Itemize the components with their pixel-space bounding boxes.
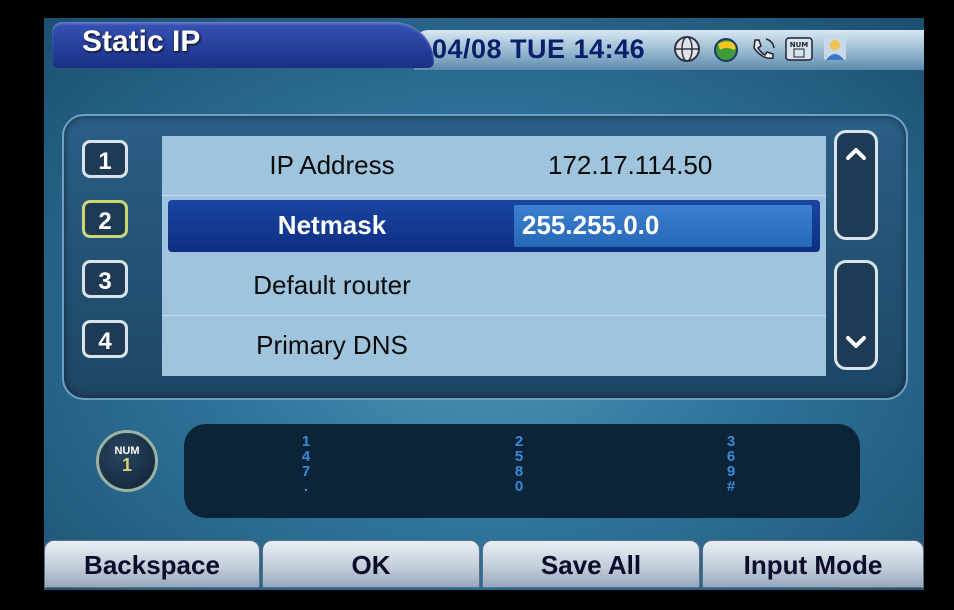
- key-5: 5: [514, 448, 524, 465]
- key-6: 6: [726, 448, 736, 465]
- netmask-input[interactable]: 255.255.0.0: [514, 205, 812, 247]
- row-number-1-button[interactable]: 1: [82, 140, 128, 178]
- row-number-2-button[interactable]: 2: [82, 200, 128, 238]
- input-mode-button[interactable]: Input Mode: [702, 540, 924, 588]
- phone-icon: [748, 34, 778, 64]
- input-mode-badge-number: 1: [121, 455, 132, 475]
- scroll-up-button[interactable]: [834, 130, 878, 240]
- key-1: 1: [301, 433, 311, 450]
- default-router-label: Default router: [253, 270, 411, 300]
- scroll-down-button[interactable]: [834, 260, 878, 370]
- list-item-default-router[interactable]: Default router: [162, 256, 826, 316]
- ip-address-label: IP Address: [269, 150, 395, 180]
- page-title: Static IP: [82, 25, 201, 58]
- key-hash: #: [726, 478, 736, 495]
- network-icon: [712, 34, 742, 64]
- save-all-button[interactable]: Save All: [482, 540, 700, 588]
- title-tab: Static IP: [52, 22, 434, 68]
- row-number-4-button[interactable]: 4: [82, 320, 128, 358]
- input-mode-badge[interactable]: NUM 1: [96, 430, 158, 492]
- keypad-hint: 1 4 7 . 2 5 8 0 3 6 9 #: [184, 424, 860, 518]
- key-2: 2: [514, 433, 524, 450]
- globe-icon: [672, 34, 702, 64]
- key-dot: .: [303, 478, 309, 495]
- chevron-up-icon: [846, 148, 866, 160]
- key-0: 0: [514, 478, 524, 495]
- netmask-label: Netmask: [277, 210, 387, 240]
- key-4: 4: [301, 448, 311, 465]
- row-number-3-button[interactable]: 3: [82, 260, 128, 298]
- key-9: 9: [726, 463, 736, 480]
- static-ip-screen: 04/08 TUE 14:46 NUM Static IP 1 2 3 4 IP…: [44, 18, 924, 590]
- ip-address-value: 172.17.114.50: [548, 150, 713, 180]
- list-item-primary-dns[interactable]: Primary DNS: [162, 316, 826, 376]
- svg-text:NUM: NUM: [790, 41, 809, 49]
- settings-list: IP Address 172.17.114.50 Netmask 255.255…: [162, 136, 826, 376]
- chevron-down-icon: [846, 336, 866, 348]
- num-keyboard-icon: NUM: [784, 34, 814, 64]
- netmask-value: 255.255.0.0: [522, 210, 660, 240]
- keypad-column-3: 3 6 9 #: [721, 434, 741, 494]
- keypad-column-1: 1 4 7 .: [296, 434, 316, 494]
- ok-button[interactable]: OK: [262, 540, 480, 588]
- list-item-netmask[interactable]: Netmask 255.255.0.0: [168, 200, 820, 252]
- settings-list-panel: 1 2 3 4 IP Address 172.17.114.50 Netmask…: [62, 114, 908, 400]
- softkey-bar: Backspace OK Save All Input Mode: [44, 540, 924, 590]
- datetime: 04/08 TUE 14:46: [432, 34, 646, 64]
- key-7: 7: [301, 463, 311, 480]
- list-item-ip-address[interactable]: IP Address 172.17.114.50: [162, 136, 826, 196]
- backspace-button[interactable]: Backspace: [44, 540, 260, 588]
- user-icon: [820, 34, 850, 64]
- key-8: 8: [514, 463, 524, 480]
- primary-dns-label: Primary DNS: [256, 330, 408, 360]
- keypad-column-2: 2 5 8 0: [509, 434, 529, 494]
- key-3: 3: [726, 433, 736, 450]
- status-bar: 04/08 TUE 14:46 NUM: [414, 30, 924, 70]
